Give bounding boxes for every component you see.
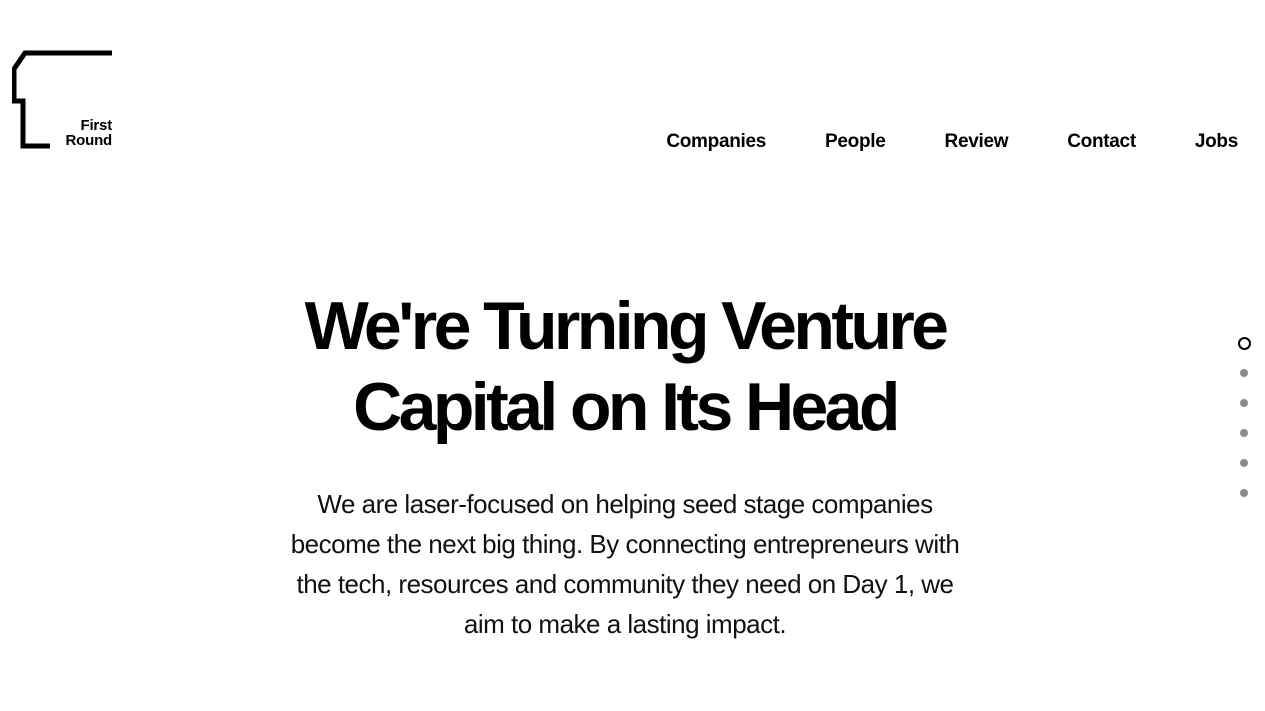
nav-item-companies[interactable]: Companies: [666, 130, 766, 154]
nav-item-jobs[interactable]: Jobs: [1195, 130, 1238, 154]
hero-title-line-2: Capital on Its Head: [353, 369, 900, 445]
nav-item-contact[interactable]: Contact: [1067, 130, 1136, 154]
section-dot-1[interactable]: [1237, 337, 1251, 350]
section-pagination: [1236, 337, 1252, 519]
section-dot-3[interactable]: [1240, 399, 1248, 407]
section-dot-5[interactable]: [1240, 459, 1248, 467]
nav-item-people[interactable]: People: [825, 130, 886, 154]
nav-item-review[interactable]: Review: [945, 130, 1009, 154]
hero-description: We are laser-focused on helping seed sta…: [290, 489, 960, 639]
hero-title-line-1: We're Turning Venture: [304, 288, 949, 364]
section-dot-6[interactable]: [1240, 489, 1248, 497]
logo-line-round: Round: [65, 132, 113, 149]
first-round-logo[interactable]: First Round: [12, 50, 113, 150]
logo-wordmark: First Round: [65, 117, 113, 149]
hero-title: We're Turning Venture Capital on Its Hea…: [0, 286, 1250, 448]
main-nav: Companies People Review Contact Jobs: [666, 130, 1238, 154]
section-dot-4[interactable]: [1240, 429, 1248, 437]
section-dot-2[interactable]: [1240, 369, 1248, 377]
logo-line-first: First: [80, 117, 112, 134]
